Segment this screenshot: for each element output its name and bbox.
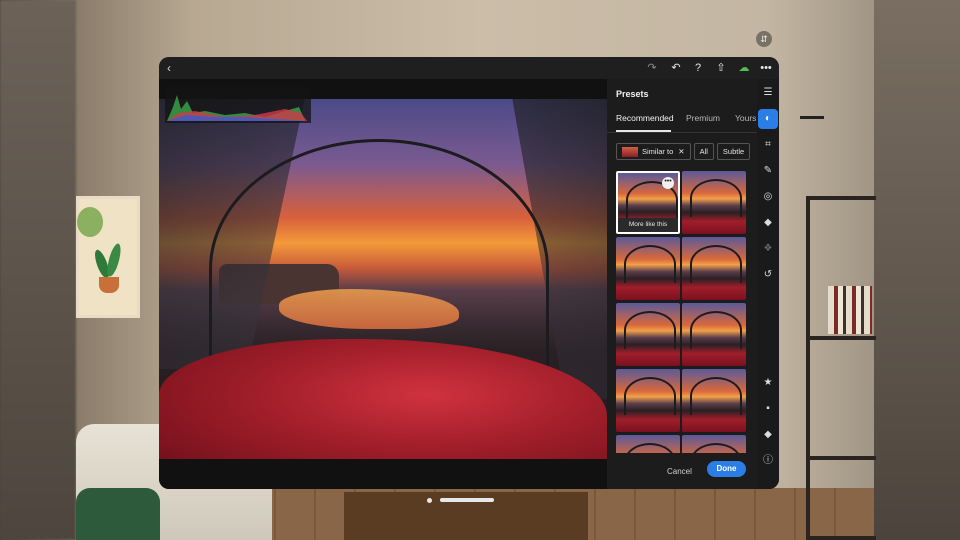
preset-thumbnail[interactable] — [682, 237, 746, 300]
preset-thumbnail[interactable] — [682, 303, 746, 366]
room-wall-right — [874, 0, 960, 540]
filter-subtle[interactable]: Subtle — [716, 143, 751, 160]
preset-thumbnail[interactable] — [682, 369, 746, 432]
more-icon[interactable]: ••• — [662, 177, 674, 189]
masking-icon[interactable]: ◎ — [758, 187, 778, 207]
filter-similar-to[interactable]: Similar to ✕ — [616, 143, 691, 160]
panel-title: Presets — [616, 89, 649, 99]
share-icon[interactable]: ⇧ — [714, 61, 728, 75]
presets-panel: Presets Recommended Premium Yours Simila… — [607, 79, 757, 489]
undo-icon[interactable]: ↶ — [669, 61, 683, 75]
info-icon[interactable]: ⓘ — [758, 451, 778, 471]
window-dot — [427, 498, 432, 503]
cancel-button[interactable]: Cancel — [667, 467, 692, 476]
histogram — [165, 87, 311, 123]
bookshelf — [806, 196, 876, 540]
preset-thumbnail[interactable] — [616, 369, 680, 432]
preset-tabs: Recommended Premium Yours — [607, 111, 757, 133]
redo-icon[interactable]: ↷ — [645, 61, 659, 75]
comment-icon[interactable]: ▪ — [758, 399, 778, 419]
room-wall-left — [0, 0, 76, 540]
preset-filters: Similar to ✕ All Subtle — [616, 143, 757, 161]
tab-yours[interactable]: Yours — [735, 113, 756, 123]
cushion — [76, 488, 160, 540]
window-handle-icon[interactable]: ⇵ — [756, 31, 772, 47]
panel-footer: Cancel Done — [607, 459, 757, 489]
wall-painting — [76, 196, 140, 318]
tool-strip: ☰ ◐ ⌗ ✎ ◎ ◆ ❖ ↺ ★ ▪ ◆ ⓘ — [757, 79, 779, 489]
healing-icon[interactable]: ◆ — [758, 213, 778, 233]
preset-thumbnail[interactable] — [616, 435, 680, 453]
window-grab-bar[interactable] — [440, 498, 494, 502]
top-toolbar: ‹ ↷ ↶ ? ⇧ ☁ ••• — [159, 57, 779, 79]
preset-thumbnail[interactable] — [682, 435, 746, 453]
tab-premium[interactable]: Premium — [686, 113, 720, 123]
close-icon[interactable]: ✕ — [678, 147, 684, 156]
cloud-sync-icon[interactable]: ☁ — [737, 61, 751, 75]
crop-icon[interactable]: ⌗ — [758, 135, 778, 155]
preset-grid: ••• More like this — [616, 171, 746, 453]
edit-sliders-icon[interactable]: ☰ — [758, 83, 778, 103]
active-tab-indicator — [616, 130, 671, 132]
similar-thumb — [622, 147, 638, 158]
more-icon[interactable]: ••• — [759, 61, 773, 75]
done-button[interactable]: Done — [707, 461, 746, 477]
chevron-left-icon[interactable]: ‹ — [167, 61, 171, 75]
filter-all[interactable]: All — [693, 143, 714, 160]
tab-recommended[interactable]: Recommended — [616, 113, 674, 123]
filter-label: Similar to — [642, 147, 674, 156]
versions-icon[interactable]: ❖ — [758, 239, 778, 259]
help-icon[interactable]: ? — [691, 61, 705, 75]
preset-thumbnail[interactable] — [616, 303, 680, 366]
star-icon[interactable]: ★ — [758, 373, 778, 393]
preset-thumbnail[interactable] — [682, 171, 746, 234]
tag-icon[interactable]: ◆ — [758, 425, 778, 445]
photo-canvas[interactable] — [159, 79, 607, 489]
presets-icon[interactable]: ◐ — [758, 109, 778, 129]
preset-thumbnail-selected[interactable]: ••• More like this — [616, 171, 680, 234]
wall-lamp — [800, 116, 824, 126]
books — [828, 286, 872, 334]
preset-thumbnail[interactable] — [616, 237, 680, 300]
brush-icon[interactable]: ✎ — [758, 161, 778, 181]
history-icon[interactable]: ↺ — [758, 265, 778, 285]
tent-sunset-photo — [159, 99, 607, 459]
lightroom-window: ‹ ↷ ↶ ? ⇧ ☁ ••• Presets Recommended Prem… — [159, 57, 779, 489]
more-like-this-label[interactable]: More like this — [618, 218, 678, 232]
